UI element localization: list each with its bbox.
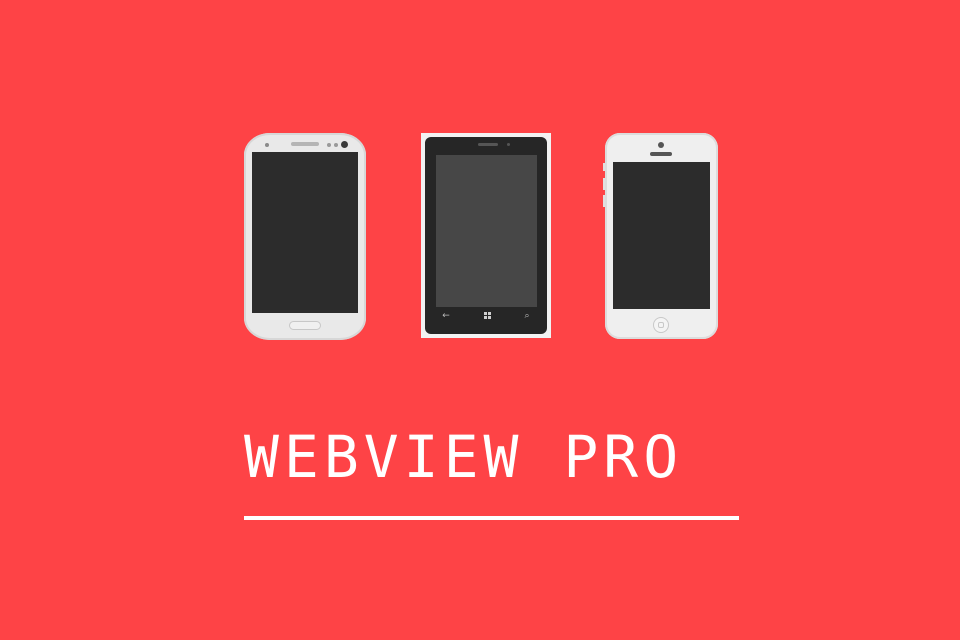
front-camera xyxy=(658,142,664,148)
light-sensor xyxy=(334,143,338,147)
volume-up-button xyxy=(603,178,605,190)
page-title: WEBVIEW PRO xyxy=(244,423,684,491)
home-button xyxy=(289,321,321,330)
iphone-icon xyxy=(603,133,718,339)
light-sensor xyxy=(327,143,331,147)
phone-screen xyxy=(436,155,537,307)
proximity-sensor xyxy=(265,143,269,147)
earpiece xyxy=(650,152,672,156)
banner: ← ⌕ WEBVIEW PRO xyxy=(0,0,960,640)
earpiece xyxy=(478,143,498,146)
phone-screen xyxy=(252,152,358,313)
back-arrow-icon: ← xyxy=(442,311,450,321)
title-underline xyxy=(244,516,739,520)
windows-phone-icon: ← ⌕ xyxy=(421,133,551,338)
front-camera xyxy=(507,143,510,146)
android-phone-icon xyxy=(244,133,366,340)
search-icon: ⌕ xyxy=(524,311,530,321)
earpiece xyxy=(291,142,319,146)
phone-screen xyxy=(613,162,710,309)
mute-switch xyxy=(603,163,605,171)
windows-logo-icon xyxy=(477,307,497,325)
front-camera xyxy=(341,141,348,148)
home-button xyxy=(653,317,669,333)
volume-down-button xyxy=(603,195,605,207)
phone-body: ← ⌕ xyxy=(425,137,547,334)
